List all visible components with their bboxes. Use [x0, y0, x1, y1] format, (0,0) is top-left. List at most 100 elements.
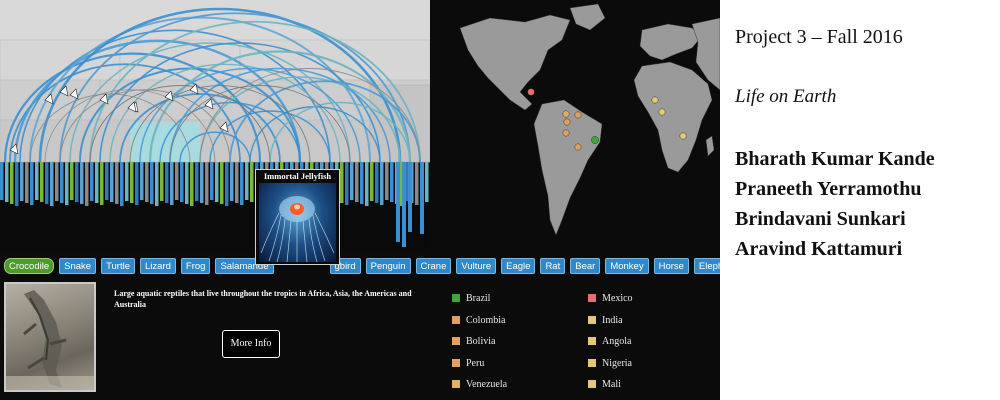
legend-label: Venezuela	[466, 379, 508, 390]
node-bar[interactable]	[220, 162, 224, 204]
node-bar[interactable]	[125, 162, 129, 201]
node-bar[interactable]	[115, 162, 119, 204]
node-bar[interactable]	[60, 162, 64, 203]
legend-india[interactable]: India	[588, 315, 623, 327]
node-bar[interactable]	[15, 162, 19, 206]
node-bar[interactable]	[380, 162, 384, 205]
node-bar[interactable]	[245, 162, 249, 200]
tab-monkey[interactable]: Bear	[570, 258, 601, 274]
node-bar[interactable]	[100, 162, 104, 205]
node-bar[interactable]	[415, 162, 419, 205]
legend-colombia[interactable]: Colombia	[452, 315, 505, 327]
author-name: Bharath Kumar Kande	[735, 148, 935, 170]
node-bar[interactable]	[20, 162, 24, 201]
node-bar[interactable]	[55, 162, 59, 201]
legend-venezuela[interactable]: Venezuela	[452, 379, 507, 391]
node-bar[interactable]	[90, 162, 94, 201]
node-bar[interactable]	[45, 162, 49, 204]
node-bar[interactable]	[250, 162, 254, 202]
node-bar[interactable]	[70, 162, 74, 200]
node-bar[interactable]	[85, 162, 89, 206]
node-bar[interactable]	[130, 162, 134, 203]
node-bar[interactable]	[170, 162, 174, 205]
node-bar[interactable]	[185, 162, 189, 204]
node-bar[interactable]	[110, 162, 114, 202]
tab-crane[interactable]: Penguin	[365, 258, 411, 274]
node-bar[interactable]	[200, 162, 204, 203]
node-bar[interactable]	[135, 162, 139, 205]
tab-bear[interactable]: Rat	[540, 258, 566, 274]
node-bar[interactable]	[95, 162, 99, 203]
node-bar[interactable]	[420, 162, 424, 234]
node-bar[interactable]	[385, 162, 389, 200]
node-bar[interactable]	[355, 162, 359, 202]
node-bar[interactable]	[145, 162, 149, 202]
node-bar[interactable]	[370, 162, 374, 201]
tab-item[interactable]: Elepha	[693, 258, 720, 274]
legend-peru[interactable]: Peru	[452, 358, 484, 370]
legend-angola[interactable]: Angola	[588, 336, 631, 348]
node-bar[interactable]	[140, 162, 144, 200]
node-bar[interactable]	[375, 162, 379, 203]
tab-crocodile[interactable]: Crocodile	[4, 258, 55, 274]
node-bar[interactable]	[396, 162, 400, 242]
node-bar[interactable]	[150, 162, 154, 204]
node-bar[interactable]	[240, 162, 244, 205]
tab-horse[interactable]: Monkey	[605, 258, 649, 274]
world-map[interactable]	[430, 0, 720, 250]
node-bar[interactable]	[425, 162, 429, 202]
node-bar[interactable]	[408, 162, 412, 232]
jellyfish-image	[259, 183, 336, 262]
tab-elephant[interactable]: Horse	[653, 258, 689, 274]
node-bar[interactable]	[65, 162, 69, 205]
node-bar[interactable]	[165, 162, 169, 203]
node-bar[interactable]	[40, 162, 44, 202]
arc-visualization[interactable]	[0, 0, 430, 250]
node-bar[interactable]	[225, 162, 229, 206]
tab-snake[interactable]: Snake	[59, 258, 97, 274]
legend-brazil[interactable]: Brazil	[452, 293, 490, 305]
node-bar[interactable]	[80, 162, 84, 204]
legend-swatch	[588, 294, 596, 302]
tab-eagle[interactable]: Vulture	[456, 258, 497, 274]
node-bar[interactable]	[75, 162, 79, 202]
legend-bolivia[interactable]: Bolivia	[452, 336, 495, 348]
node-bar[interactable]	[175, 162, 179, 200]
node-bar[interactable]	[50, 162, 54, 206]
legend-nigeria[interactable]: Nigeria	[588, 358, 632, 370]
node-bar[interactable]	[235, 162, 239, 203]
node-bar[interactable]	[340, 162, 344, 203]
node-bar[interactable]	[360, 162, 364, 204]
node-bar[interactable]	[0, 162, 4, 200]
tab-frog[interactable]: Frog	[180, 258, 211, 274]
tab-rat[interactable]: Eagle	[501, 258, 536, 274]
node-bar[interactable]	[30, 162, 34, 205]
node-bar[interactable]	[25, 162, 29, 203]
node-bars[interactable]	[0, 162, 429, 247]
node-bar[interactable]	[160, 162, 164, 201]
legend-mali[interactable]: Mali	[588, 379, 621, 391]
node-bar[interactable]	[230, 162, 234, 201]
node-bar[interactable]	[120, 162, 124, 206]
tab-lizard[interactable]: Lizard	[140, 258, 176, 274]
tab-vulture[interactable]: Crane	[415, 258, 452, 274]
tab-turtle[interactable]: Turtle	[101, 258, 136, 274]
legend-mexico[interactable]: Mexico	[588, 293, 633, 305]
node-bar[interactable]	[210, 162, 214, 200]
node-bar[interactable]	[195, 162, 199, 201]
node-bar[interactable]	[105, 162, 109, 200]
node-bar[interactable]	[205, 162, 209, 205]
node-bar[interactable]	[35, 162, 39, 200]
node-bar[interactable]	[365, 162, 369, 206]
node-bar[interactable]	[390, 162, 394, 202]
more-info-button[interactable]: More Info	[222, 330, 280, 358]
node-bar[interactable]	[215, 162, 219, 202]
node-bar[interactable]	[10, 162, 14, 204]
node-bar[interactable]	[180, 162, 184, 202]
node-bar[interactable]	[402, 162, 406, 247]
node-bar[interactable]	[345, 162, 349, 205]
node-bar[interactable]	[155, 162, 159, 206]
node-bar[interactable]	[350, 162, 354, 200]
node-bar[interactable]	[190, 162, 194, 206]
node-bar[interactable]	[5, 162, 9, 202]
